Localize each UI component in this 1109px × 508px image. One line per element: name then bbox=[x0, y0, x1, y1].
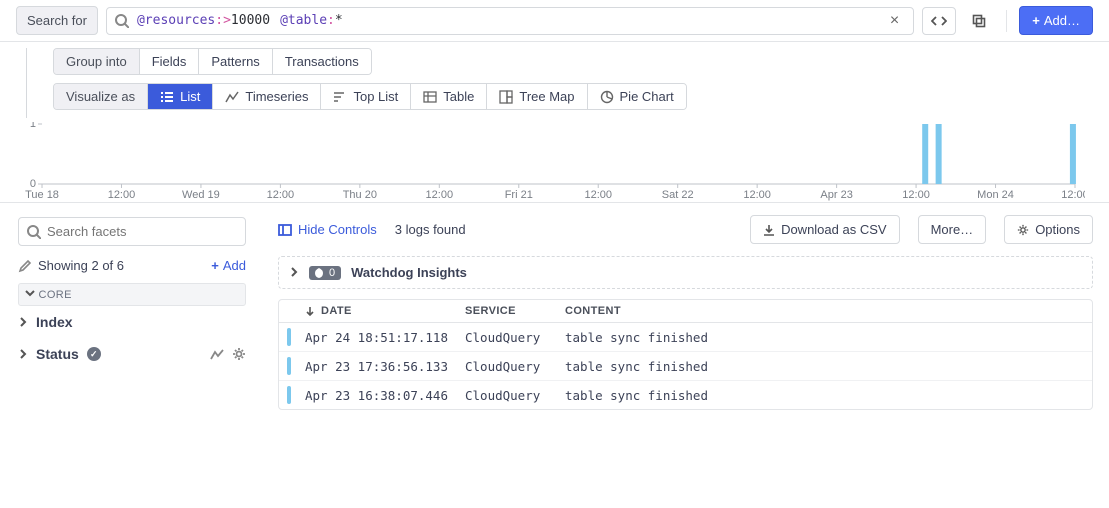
cell-service: CloudQuery bbox=[465, 359, 565, 374]
chevron-down-icon bbox=[25, 288, 35, 301]
svg-text:Mon 24: Mon 24 bbox=[977, 189, 1014, 201]
svg-text:12:00: 12:00 bbox=[1061, 189, 1085, 201]
facet-group-core[interactable]: CORE bbox=[18, 283, 246, 306]
facets-panel: Showing 2 of 6 + Add CORE Index Status ✓ bbox=[0, 203, 262, 426]
group-transactions[interactable]: Transactions bbox=[273, 49, 371, 74]
logs-found-label: 3 logs found bbox=[395, 222, 466, 237]
code-mode-button[interactable] bbox=[922, 7, 956, 35]
svg-text:12:00: 12:00 bbox=[267, 189, 295, 201]
status-pill bbox=[287, 386, 291, 404]
gear-icon[interactable] bbox=[232, 347, 246, 361]
showing-count: Showing 2 of 6 bbox=[18, 258, 124, 273]
table-row[interactable]: Apr 24 18:51:17.118CloudQuerytable sync … bbox=[279, 323, 1092, 352]
col-service[interactable]: SERVICE bbox=[465, 305, 565, 317]
viz-timeseries[interactable]: Timeseries bbox=[213, 84, 321, 109]
log-table: DATE SERVICE CONTENT Apr 24 18:51:17.118… bbox=[278, 299, 1093, 410]
svg-text:12:00: 12:00 bbox=[108, 189, 136, 201]
svg-text:Fri 21: Fri 21 bbox=[505, 189, 533, 201]
cell-content: table sync finished bbox=[565, 388, 1084, 403]
group-patterns[interactable]: Patterns bbox=[199, 49, 272, 74]
timeline-chart: 01Tue 1812:00Wed 1912:00Thu 2012:00Fri 2… bbox=[24, 122, 1085, 202]
download-icon bbox=[763, 224, 775, 236]
hide-controls-button[interactable]: Hide Controls bbox=[278, 222, 377, 237]
viz-toplist[interactable]: Top List bbox=[321, 84, 411, 109]
facet-status[interactable]: Status ✓ bbox=[18, 338, 246, 370]
plus-icon: + bbox=[211, 258, 219, 273]
watchdog-title: Watchdog Insights bbox=[351, 265, 467, 280]
viz-list[interactable]: List bbox=[148, 84, 213, 109]
clear-search-icon[interactable]: × bbox=[884, 12, 905, 30]
plus-icon: + bbox=[1032, 13, 1040, 28]
search-icon bbox=[115, 14, 129, 28]
copy-button[interactable] bbox=[964, 8, 994, 34]
more-button[interactable]: More… bbox=[918, 215, 987, 244]
cell-content: table sync finished bbox=[565, 359, 1084, 374]
chevron-right-icon bbox=[18, 346, 28, 362]
svg-text:Sat 22: Sat 22 bbox=[662, 189, 694, 201]
chevron-right-icon bbox=[289, 265, 299, 280]
verified-icon: ✓ bbox=[87, 347, 101, 361]
download-csv-button[interactable]: Download as CSV bbox=[750, 215, 900, 244]
cell-date: Apr 23 16:38:07.446 bbox=[305, 388, 465, 403]
group-fields[interactable]: Fields bbox=[140, 49, 200, 74]
cell-service: CloudQuery bbox=[465, 388, 565, 403]
col-date[interactable]: DATE bbox=[305, 305, 465, 317]
search-input[interactable]: @resources:>10000 @table:* × bbox=[106, 7, 914, 35]
group-into: Group into Fields Patterns Transactions bbox=[53, 48, 372, 75]
status-pill bbox=[287, 357, 291, 375]
cell-date: Apr 24 18:51:17.118 bbox=[305, 330, 465, 345]
svg-text:Wed 19: Wed 19 bbox=[182, 189, 220, 201]
svg-text:12:00: 12:00 bbox=[584, 189, 612, 201]
col-content[interactable]: CONTENT bbox=[565, 305, 1084, 317]
visualize-head: Visualize as bbox=[54, 84, 148, 109]
chevron-right-icon bbox=[18, 314, 28, 330]
svg-text:Tue 18: Tue 18 bbox=[25, 189, 59, 201]
search-tokens: @resources:>10000 @table:* bbox=[137, 13, 876, 28]
visualize-as: Visualize as List Timeseries Top List Ta… bbox=[53, 83, 687, 110]
chart-icon[interactable] bbox=[210, 347, 224, 361]
viz-piechart[interactable]: Pie Chart bbox=[588, 84, 686, 109]
watchdog-badge: 0 bbox=[309, 266, 341, 280]
add-facet-button[interactable]: + Add bbox=[211, 258, 246, 273]
sort-desc-icon bbox=[305, 306, 315, 316]
svg-text:12:00: 12:00 bbox=[426, 189, 454, 201]
options-button[interactable]: Options bbox=[1004, 215, 1093, 244]
cell-content: table sync finished bbox=[565, 330, 1084, 345]
search-icon bbox=[27, 225, 41, 239]
table-row[interactable]: Apr 23 17:36:56.133CloudQuerytable sync … bbox=[279, 352, 1092, 381]
cell-date: Apr 23 17:36:56.133 bbox=[305, 359, 465, 374]
facet-search-input[interactable] bbox=[18, 217, 246, 246]
viz-treemap[interactable]: Tree Map bbox=[487, 84, 587, 109]
status-pill bbox=[287, 328, 291, 346]
svg-text:Thu 20: Thu 20 bbox=[343, 189, 377, 201]
search-for-label: Search for bbox=[16, 6, 98, 35]
pencil-icon bbox=[18, 259, 32, 273]
add-button[interactable]: + Add… bbox=[1019, 6, 1093, 35]
collapse-icon bbox=[278, 223, 292, 237]
cell-service: CloudQuery bbox=[465, 330, 565, 345]
svg-text:1: 1 bbox=[30, 122, 36, 130]
watchdog-insights[interactable]: 0 Watchdog Insights bbox=[278, 256, 1093, 289]
viz-table[interactable]: Table bbox=[411, 84, 487, 109]
table-row[interactable]: Apr 23 16:38:07.446CloudQuerytable sync … bbox=[279, 381, 1092, 409]
group-into-head: Group into bbox=[54, 49, 140, 74]
gear-icon bbox=[1017, 224, 1029, 236]
svg-text:Apr 23: Apr 23 bbox=[820, 189, 852, 201]
facet-index[interactable]: Index bbox=[18, 306, 246, 338]
svg-text:12:00: 12:00 bbox=[743, 189, 771, 201]
svg-text:12:00: 12:00 bbox=[902, 189, 930, 201]
